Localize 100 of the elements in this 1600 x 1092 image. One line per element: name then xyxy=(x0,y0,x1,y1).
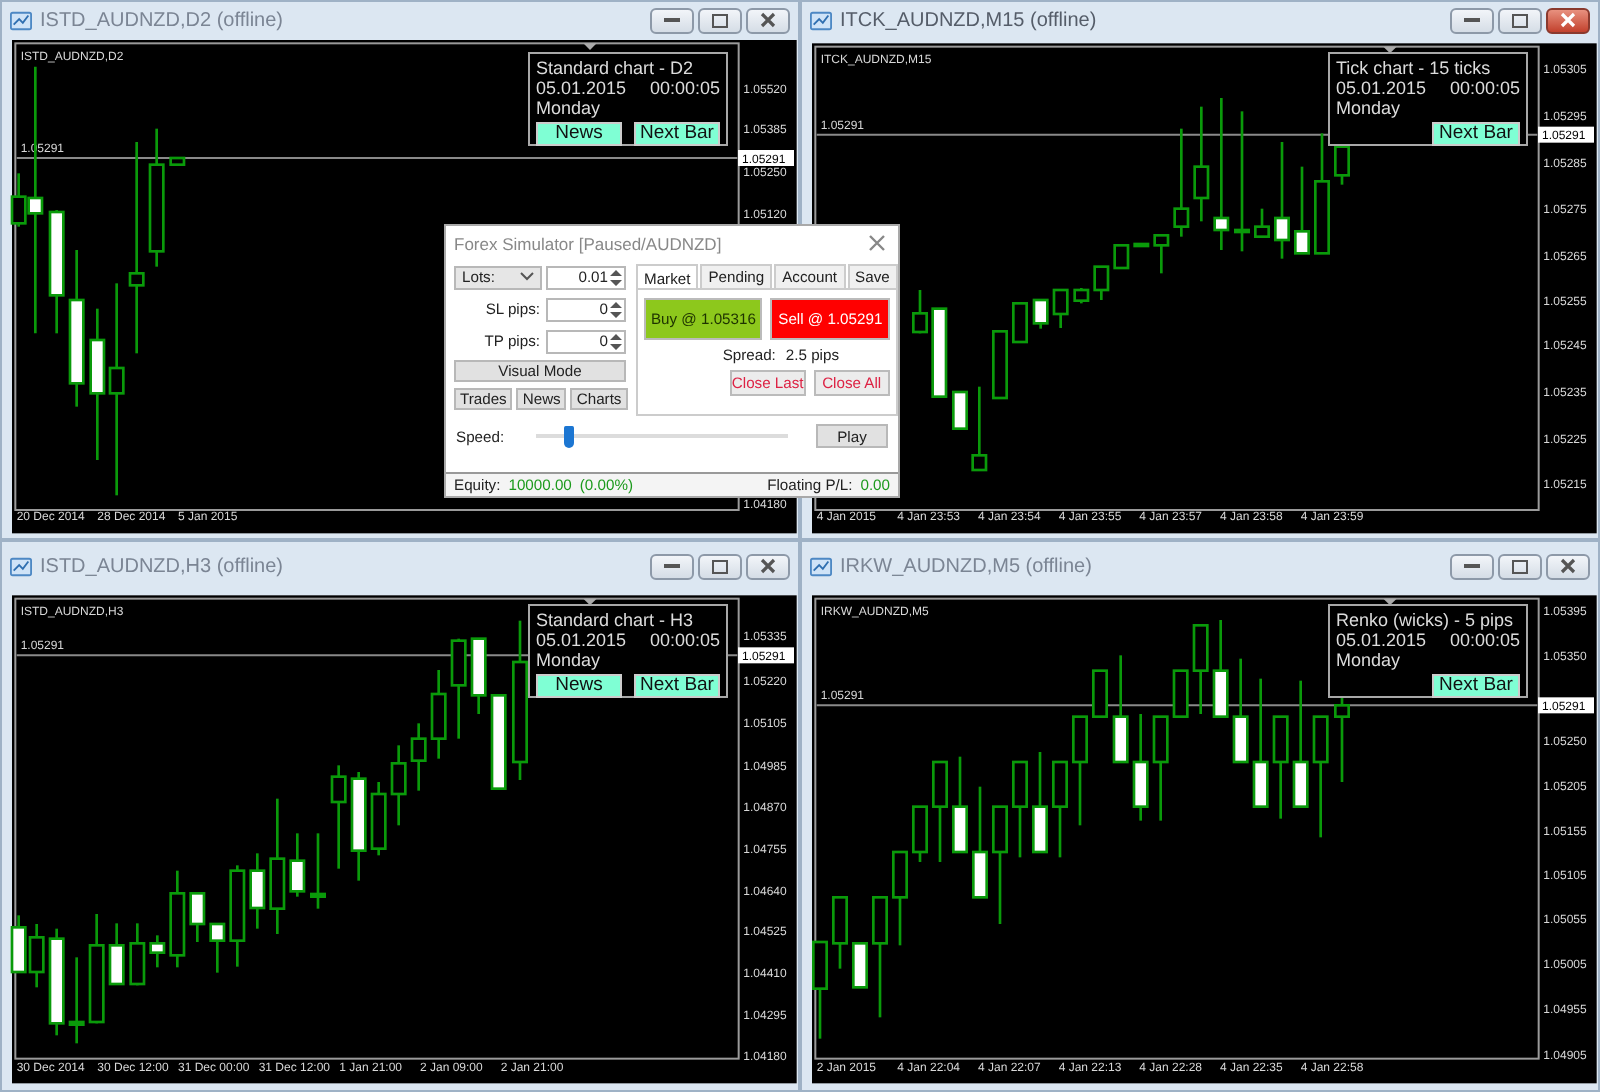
maximize-button[interactable] xyxy=(1498,553,1542,579)
window-title: ISTD_AUDNZD,H3 (offline) xyxy=(40,555,284,577)
window-title: IRKW_AUDNZD,M5 (offline) xyxy=(840,555,1092,577)
candlestick xyxy=(1093,265,1110,300)
candlestick xyxy=(490,694,507,790)
spinner-icon xyxy=(610,267,622,287)
candlestick xyxy=(1012,760,1028,858)
time-label: 00:00:05 xyxy=(1449,78,1520,98)
chart-window-icon xyxy=(10,9,32,31)
candlestick xyxy=(249,853,266,929)
candlestick xyxy=(1274,142,1290,259)
chart-window-icon xyxy=(810,555,832,577)
candlestick xyxy=(1173,128,1190,237)
candlestick xyxy=(209,922,226,973)
minimize-icon xyxy=(664,562,680,570)
close-icon[interactable] xyxy=(868,234,886,252)
minimize-button[interactable] xyxy=(650,553,694,579)
close-button[interactable] xyxy=(1546,7,1590,33)
info-button[interactable]: Next Bar xyxy=(1432,122,1520,146)
candlestick xyxy=(430,670,447,759)
time-label: 00:00:05 xyxy=(1449,630,1520,650)
chart-window-icon xyxy=(10,555,32,577)
dialog-title: Forex Simulator [Paused/AUDNZD] xyxy=(454,233,722,253)
minimize-icon xyxy=(1464,562,1480,570)
candlestick xyxy=(912,805,928,862)
candlestick xyxy=(1032,752,1048,854)
candlestick xyxy=(1294,166,1310,255)
candlestick xyxy=(390,745,407,826)
time-label: 00:00:05 xyxy=(649,78,720,98)
candlestick xyxy=(410,723,427,791)
window-title: ITCK_AUDNZD,M15 (offline) xyxy=(840,9,1097,31)
maximize-button[interactable] xyxy=(698,7,742,33)
spinner-icon xyxy=(610,299,622,319)
candlestick xyxy=(932,760,948,862)
info-button[interactable]: Next Bar xyxy=(634,122,720,146)
maximize-icon xyxy=(1512,13,1528,27)
info-button[interactable]: News xyxy=(536,122,622,146)
close-button[interactable] xyxy=(746,7,790,33)
candlestick xyxy=(1232,658,1249,764)
candlestick xyxy=(1132,714,1149,821)
candlestick xyxy=(1212,620,1229,718)
close-button[interactable] xyxy=(746,553,790,579)
chart-type-label: Tick chart - 15 ticks xyxy=(1336,58,1493,78)
candlestick xyxy=(812,940,828,1039)
candlestick xyxy=(330,765,347,869)
close-icon xyxy=(1560,12,1576,28)
minimize-button[interactable] xyxy=(1450,7,1494,33)
close-button[interactable] xyxy=(1546,553,1590,579)
date-label: 05.01.2015 xyxy=(1336,630,1427,650)
close-icon xyxy=(1560,558,1576,574)
candlestick xyxy=(1272,715,1289,819)
candlestick xyxy=(229,865,246,967)
candlestick xyxy=(1312,715,1329,838)
candlestick xyxy=(952,756,968,854)
minimize-icon xyxy=(664,16,680,24)
time-label: 00:00:05 xyxy=(649,630,720,650)
candlestick xyxy=(1192,624,1209,714)
info-button[interactable]: News xyxy=(536,674,622,698)
chart-window-icon xyxy=(810,9,832,31)
candlestick xyxy=(1133,242,1150,248)
candlestick xyxy=(1073,288,1090,304)
candlestick xyxy=(852,942,868,989)
candlestick xyxy=(88,914,105,1024)
maximize-button[interactable] xyxy=(1498,7,1542,33)
candlestick xyxy=(1152,715,1169,821)
weekday-label: Monday xyxy=(536,650,603,670)
maximize-icon xyxy=(1512,559,1528,573)
candlestick xyxy=(971,386,988,472)
candlestick xyxy=(68,957,85,1044)
info-button[interactable]: Next Bar xyxy=(1432,674,1520,698)
candlestick xyxy=(1153,234,1170,274)
candlestick xyxy=(972,786,988,899)
window-title: ISTD_AUDNZD,D2 (offline) xyxy=(40,9,284,31)
chart-type-label: Renko (wicks) - 5 pips xyxy=(1336,610,1516,630)
date-label: 05.01.2015 xyxy=(1336,78,1427,98)
close-icon xyxy=(760,12,776,28)
minimize-button[interactable] xyxy=(1450,553,1494,579)
candlestick xyxy=(10,915,27,974)
candlestick xyxy=(1193,106,1210,222)
candlestick xyxy=(1052,760,1068,858)
candlestick xyxy=(48,210,65,334)
candlestick xyxy=(28,924,45,988)
candlestick xyxy=(310,833,326,909)
close-icon xyxy=(760,558,776,574)
candlestick xyxy=(289,833,306,897)
candlestick xyxy=(470,637,487,714)
candlestick xyxy=(350,772,367,881)
weekday-label: Monday xyxy=(536,98,603,118)
info-button[interactable]: Next Bar xyxy=(634,674,720,698)
candlestick xyxy=(1012,302,1028,344)
candlestick xyxy=(148,128,165,267)
maximize-button[interactable] xyxy=(698,553,742,579)
slider-thumb[interactable] xyxy=(564,425,575,447)
minimize-button[interactable] xyxy=(650,7,694,33)
candlestick xyxy=(992,330,1008,400)
candlestick xyxy=(992,805,1008,924)
candlestick xyxy=(1234,111,1250,252)
weekday-label: Monday xyxy=(1336,650,1403,670)
candlestick xyxy=(1032,298,1049,329)
candlestick xyxy=(48,928,65,1036)
